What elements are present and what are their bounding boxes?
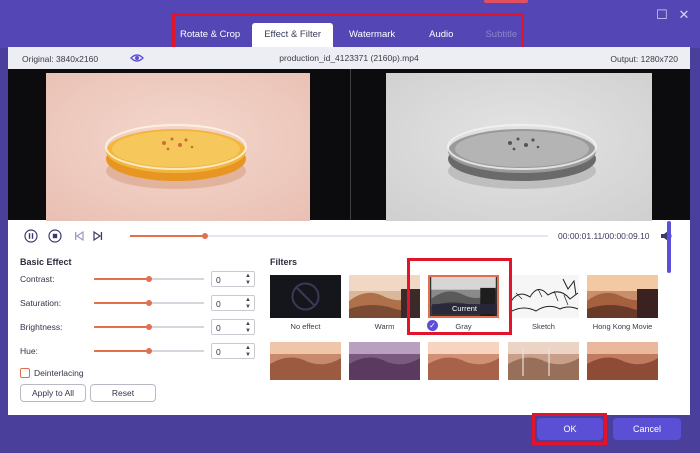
- editor-panel: Original: 3840x2160 production_id_412337…: [8, 47, 690, 415]
- filter-item[interactable]: [428, 342, 499, 380]
- basic-effect-title: Basic Effect: [20, 257, 72, 267]
- saturation-stepper[interactable]: 0 ▲ ▼: [211, 295, 255, 311]
- saturation-slider-handle[interactable]: [146, 300, 152, 306]
- filter-label-hong-kong-movie: Hong Kong Movie: [592, 322, 653, 331]
- saturation-slider-fill: [94, 302, 149, 304]
- tab-watermark[interactable]: Watermark: [333, 23, 411, 47]
- ok-button[interactable]: OK: [537, 418, 603, 440]
- filter-item[interactable]: [349, 342, 420, 380]
- hue-label: Hue:: [20, 346, 38, 356]
- decrement-icon[interactable]: ▼: [245, 304, 251, 310]
- time-readout: 00:00:01.11/00:00:09.10: [558, 231, 650, 241]
- hue-slider-fill: [94, 350, 149, 352]
- contrast-slider[interactable]: [94, 276, 204, 282]
- increment-icon[interactable]: ▲: [245, 321, 251, 327]
- hue-value: 0: [216, 347, 221, 357]
- info-bar: Original: 3840x2160 production_id_412337…: [8, 47, 690, 69]
- brightness-value: 0: [216, 323, 221, 333]
- playback-bar: 00:00:01.11/00:00:09.10: [8, 225, 690, 247]
- restore-icon[interactable]: ☐: [655, 8, 669, 22]
- original-preview: [46, 73, 310, 221]
- saturation-value: 0: [216, 299, 221, 309]
- brightness-slider-handle[interactable]: [146, 324, 152, 330]
- filter-warm[interactable]: [349, 275, 420, 318]
- timeline-track[interactable]: [130, 233, 548, 239]
- brightness-slider[interactable]: [94, 324, 204, 330]
- filter-gray[interactable]: Current: [428, 275, 499, 318]
- contrast-row: Contrast: 0 ▲ ▼: [20, 271, 255, 287]
- saturation-slider[interactable]: [94, 300, 204, 306]
- filters-scrollbar[interactable]: [667, 221, 671, 273]
- stop-icon[interactable]: [48, 229, 62, 243]
- timeline-progress: [130, 235, 206, 237]
- decrement-icon[interactable]: ▼: [245, 328, 251, 334]
- filter-label-warm: Warm: [374, 322, 395, 331]
- saturation-label: Saturation:: [20, 298, 62, 308]
- decrement-icon[interactable]: ▼: [245, 352, 251, 358]
- cancel-button[interactable]: Cancel: [613, 418, 681, 440]
- brightness-label: Brightness:: [20, 322, 63, 332]
- filter-item[interactable]: [587, 342, 658, 380]
- output-resolution: Output: 1280x720: [610, 54, 678, 64]
- no-effect-icon: [291, 282, 320, 311]
- filter-sketch[interactable]: [508, 275, 579, 318]
- brightness-slider-fill: [94, 326, 149, 328]
- hue-slider-handle[interactable]: [146, 348, 152, 354]
- current-tag: Current: [432, 304, 497, 314]
- contrast-value: 0: [216, 275, 221, 285]
- deinterlacing-label: Deinterlacing: [34, 368, 84, 378]
- filters-title: Filters: [270, 257, 298, 267]
- preview-divider: [350, 69, 351, 220]
- increment-icon[interactable]: ▲: [245, 345, 251, 351]
- contrast-label: Contrast:: [20, 274, 55, 284]
- reset-button[interactable]: Reset: [90, 384, 156, 402]
- hue-stepper[interactable]: 0 ▲ ▼: [211, 343, 255, 359]
- preview-area: [8, 69, 690, 221]
- contrast-stepper[interactable]: 0 ▲ ▼: [211, 271, 255, 287]
- hue-slider[interactable]: [94, 348, 204, 354]
- tab-audio[interactable]: Audio: [411, 23, 471, 47]
- file-name: production_id_4123371 (2160p).mp4: [279, 53, 419, 63]
- pause-icon[interactable]: [24, 229, 38, 243]
- brightness-stepper[interactable]: 0 ▲ ▼: [211, 319, 255, 335]
- deinterlacing-checkbox[interactable]: [20, 368, 30, 378]
- timeline-handle[interactable]: [202, 233, 209, 239]
- increment-icon[interactable]: ▲: [245, 297, 251, 303]
- top-accent: [484, 0, 528, 3]
- filter-hong-kong-movie[interactable]: [587, 275, 658, 318]
- tab-rotate-crop[interactable]: Rotate & Crop: [168, 23, 252, 47]
- next-frame-icon[interactable]: [92, 229, 104, 243]
- hue-row: Hue: 0 ▲ ▼: [20, 343, 255, 359]
- tab-bar: Rotate & Crop Effect & Filter Watermark …: [168, 23, 531, 47]
- filter-label-sketch: Sketch: [532, 322, 555, 331]
- saturation-row: Saturation: 0 ▲ ▼: [20, 295, 255, 311]
- tab-effect-filter[interactable]: Effect & Filter: [252, 23, 334, 47]
- brightness-row: Brightness: 0 ▲ ▼: [20, 319, 255, 335]
- filter-label-no-effect: No effect: [290, 322, 321, 331]
- filter-label-gray: Gray: [455, 322, 472, 331]
- apply-to-all-button[interactable]: Apply to All: [20, 384, 86, 402]
- close-icon[interactable]: ✕: [677, 8, 691, 22]
- filter-no-effect[interactable]: [270, 275, 341, 318]
- filtered-preview: [386, 73, 652, 221]
- filter-item[interactable]: [508, 342, 579, 380]
- filter-item[interactable]: [270, 342, 341, 380]
- increment-icon[interactable]: ▲: [245, 273, 251, 279]
- decrement-icon[interactable]: ▼: [245, 280, 251, 286]
- tab-subtitle[interactable]: Subtitle: [471, 23, 531, 47]
- prev-frame-icon[interactable]: [73, 229, 85, 243]
- contrast-slider-handle[interactable]: [146, 276, 152, 282]
- contrast-slider-fill: [94, 278, 149, 280]
